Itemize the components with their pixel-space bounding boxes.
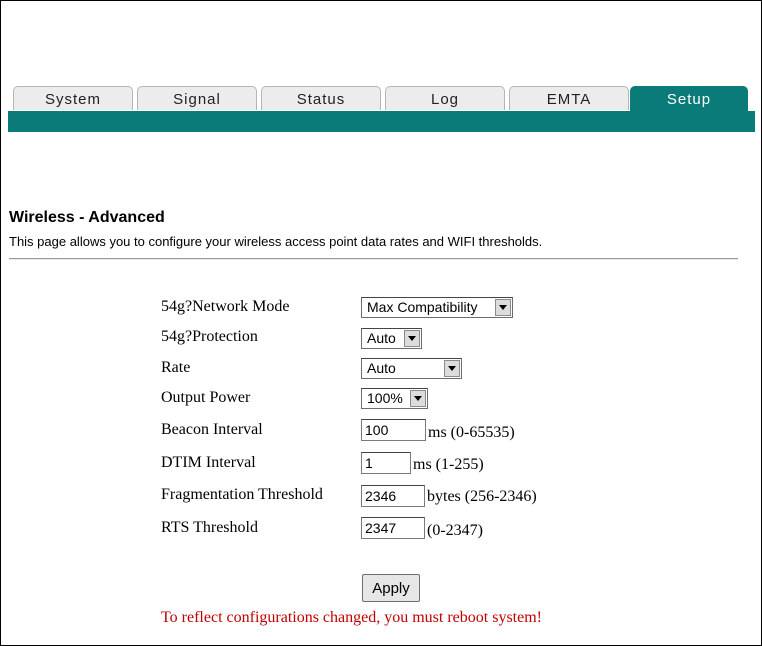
rts-threshold-input[interactable] [361, 517, 425, 539]
rts-threshold-unit: (0-2347) [427, 522, 483, 539]
beacon-interval-unit: ms (0-65535) [428, 424, 515, 441]
beacon-interval-label: Beacon Interval [161, 421, 263, 438]
network-mode-select[interactable]: Max Compatibility [361, 297, 513, 318]
divider [9, 258, 738, 260]
chevron-down-icon[interactable] [410, 390, 426, 407]
rate-value: Auto [367, 360, 396, 376]
tab-log[interactable]: Log [385, 86, 505, 110]
page-title: Wireless - Advanced [9, 209, 165, 226]
fragmentation-threshold-label: Fragmentation Threshold [161, 486, 323, 503]
dtim-interval-unit: ms (1-255) [413, 456, 484, 473]
chevron-down-icon[interactable] [495, 299, 511, 316]
tab-system[interactable]: System [13, 86, 133, 110]
reboot-warning: To reflect configurations changed, you m… [161, 609, 542, 626]
dtim-interval-label: DTIM Interval [161, 454, 256, 471]
rate-label: Rate [161, 359, 191, 376]
apply-button[interactable]: Apply [362, 574, 420, 602]
chevron-down-icon[interactable] [404, 330, 420, 347]
rts-threshold-label: RTS Threshold [161, 519, 258, 536]
tab-signal[interactable]: Signal [137, 86, 257, 110]
chevron-down-icon[interactable] [444, 360, 460, 377]
output-power-value: 100% [367, 390, 403, 406]
output-power-label: Output Power [161, 389, 251, 406]
fragmentation-threshold-unit: bytes (256-2346) [427, 488, 537, 505]
output-power-select[interactable]: 100% [361, 388, 428, 409]
beacon-interval-input[interactable] [361, 419, 426, 441]
tab-status[interactable]: Status [261, 86, 381, 110]
tab-bar: System Signal Status Log EMTA Setup [13, 86, 750, 112]
dtim-interval-input[interactable] [361, 452, 411, 474]
page-description: This page allows you to configure your w… [9, 234, 543, 249]
protection-label: 54g?Protection [161, 328, 258, 345]
network-mode-label: 54g?Network Mode [161, 298, 290, 315]
network-mode-value: Max Compatibility [367, 299, 478, 315]
tab-setup[interactable]: Setup [630, 86, 748, 112]
fragmentation-threshold-input[interactable] [361, 485, 425, 507]
protection-select[interactable]: Auto [361, 328, 422, 349]
protection-value: Auto [367, 330, 396, 346]
tab-emta[interactable]: EMTA [509, 86, 629, 110]
tab-underline-bar [8, 111, 755, 132]
rate-select[interactable]: Auto [361, 358, 462, 379]
